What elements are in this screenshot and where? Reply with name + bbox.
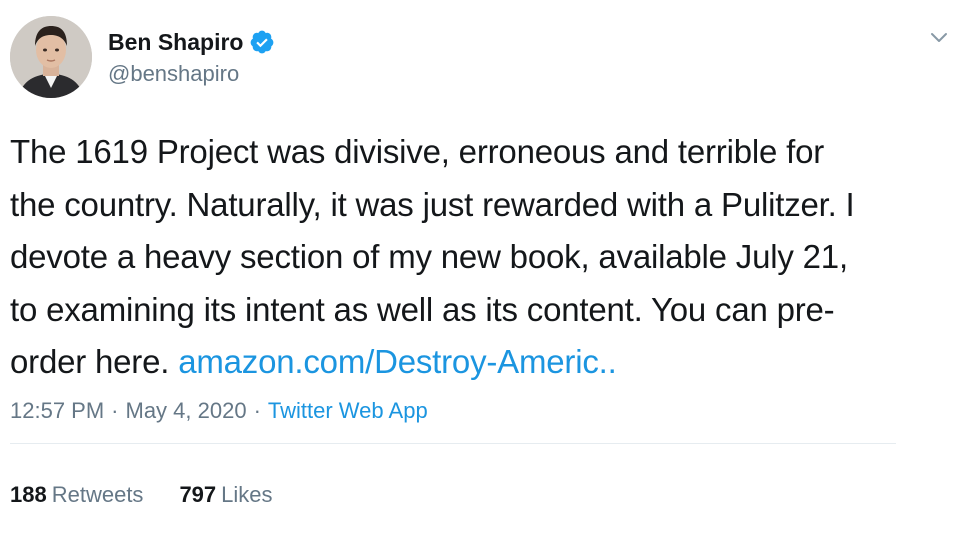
tweet-text-last-line: order here. amazon.com/Destroy-Americ.. <box>10 336 970 389</box>
chevron-down-icon[interactable] <box>928 26 950 48</box>
tweet-meta: 12:57 PM · May 4, 2020 · Twitter Web App <box>10 396 428 426</box>
verified-badge-icon <box>251 30 274 54</box>
likes-count: 797 <box>179 482 217 507</box>
tweet-card: Ben Shapiro @benshapiro The 1619 Project… <box>0 0 980 535</box>
meta-separator: · <box>111 398 119 423</box>
retweets-count: 188 <box>10 482 47 507</box>
meta-separator: · <box>253 398 261 423</box>
tweet-source-link[interactable]: Twitter Web App <box>268 398 428 423</box>
likes-stat[interactable]: 797 Likes <box>179 480 272 510</box>
tweet-link[interactable]: amazon.com/Destroy-Americ.. <box>178 343 617 380</box>
divider <box>10 443 896 444</box>
avatar[interactable] <box>10 16 92 98</box>
tweet-time[interactable]: 12:57 PM <box>10 398 104 423</box>
tweet-text-fragment: order here. <box>10 343 170 380</box>
retweets-label: Retweets <box>51 482 144 507</box>
tweet-text: The 1619 Project was divisive, erroneous… <box>10 126 970 389</box>
avatar-image <box>10 16 92 98</box>
author-name-row: Ben Shapiro <box>108 28 275 56</box>
tweet-stats: 188 Retweets 797 Likes <box>10 480 273 510</box>
tweet-text-line: devote a heavy section of my new book, a… <box>10 238 848 275</box>
tweet-text-line: to examining its intent as well as its c… <box>10 290 835 328</box>
tweet-text-line: the country. Naturally, it was just rewa… <box>10 185 855 223</box>
author-handle[interactable]: @benshapiro <box>108 60 239 88</box>
likes-label: Likes <box>221 482 273 507</box>
tweet-text-line: The 1619 Project was divisive, erroneous… <box>10 133 825 170</box>
tweet-date[interactable]: May 4, 2020 <box>126 398 247 423</box>
author-display-name[interactable]: Ben Shapiro <box>108 28 243 56</box>
retweets-stat[interactable]: 188 Retweets <box>10 480 143 510</box>
